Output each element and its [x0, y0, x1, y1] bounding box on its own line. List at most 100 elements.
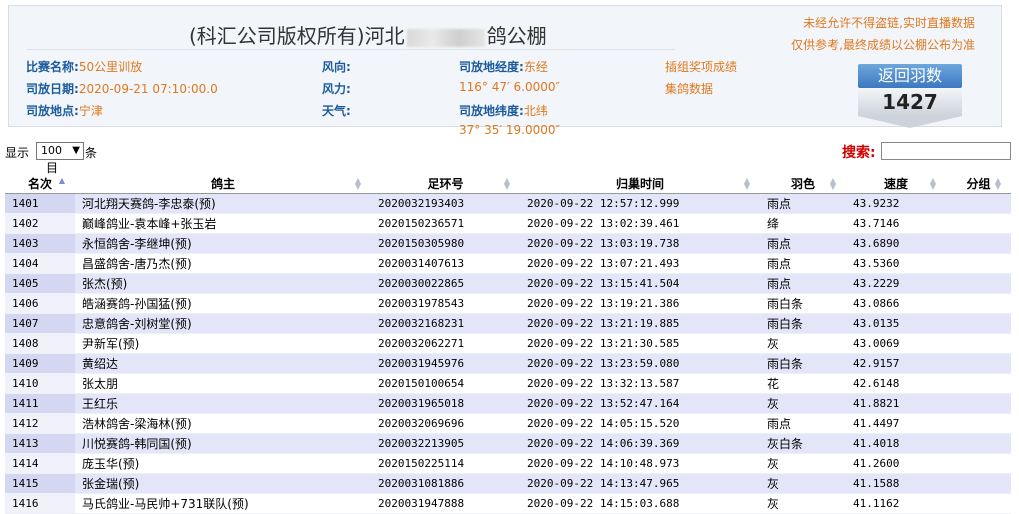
disclaimer: 未经允许不得盗链,实时直播数据 仅供参考,最终成绩以公棚公布为准 — [791, 12, 975, 56]
release-longitude: 司放地经度:东经 — [459, 60, 548, 74]
cell-color: 雨白条 — [760, 353, 846, 374]
cell-rank: 1411 — [5, 393, 75, 414]
table-row: 1416 马氏鸽业-马民帅+731联队(预) 2020031947888 2020-0… — [5, 493, 1011, 514]
cell-ring: 2020031947888 — [371, 493, 520, 514]
table-row: 1411 王红乐 2020031965018 2020-09-22 13:52:47.… — [5, 393, 1011, 414]
cell-speed: 41.4018 — [846, 433, 946, 454]
cell-rank: 1409 — [5, 353, 75, 374]
collection-data-link[interactable]: 集鸽数据 — [665, 80, 713, 97]
cell-group — [946, 433, 1011, 454]
cell-arrival: 2020-09-22 14:13:47.965 — [520, 473, 760, 494]
page-size-select[interactable]: 100 ▼ — [36, 142, 84, 160]
table-row: 1413 川悦赛鸽-韩同国(预) 2020032213905 2020-09-22 1… — [5, 433, 1011, 454]
cell-owner: 昌盛鸽舍-唐乃杰(预) — [75, 253, 371, 274]
cell-rank: 1402 — [5, 213, 75, 234]
cell-color: 灰 — [760, 393, 846, 414]
cell-arrival: 2020-09-22 14:15:03.688 — [520, 493, 760, 514]
cell-color: 雨点 — [760, 253, 846, 274]
column-header-speed[interactable]: 速度 ▲ ▼ — [846, 174, 946, 194]
group-awards-link[interactable]: 插组奖项成绩 — [665, 58, 737, 75]
column-header-color[interactable]: 羽色 ▲ ▼ — [760, 174, 846, 194]
cell-group — [946, 313, 1011, 334]
title-divider — [27, 49, 675, 50]
cell-ring: 2020150236571 — [371, 213, 520, 234]
cell-arrival: 2020-09-22 13:07:21.493 — [520, 253, 760, 274]
column-header-ring[interactable]: 足环号 ▲ ▼ — [371, 174, 520, 194]
cell-group — [946, 353, 1011, 374]
cell-owner: 黄绍达 — [75, 353, 371, 374]
search-label: 搜索: — [842, 145, 876, 161]
cell-owner: 尹新军(预) — [75, 333, 371, 354]
disclaimer-line-1: 未经允许不得盗链,实时直播数据 — [803, 16, 975, 30]
wind-direction: 风向: — [322, 60, 351, 74]
table-row: 1414 庞玉华(预) 2020150225114 2020-09-22 14:10:… — [5, 453, 1011, 474]
column-header-owner[interactable]: 鸽主 ▲ ▼ — [75, 174, 371, 194]
column-header-arrival[interactable]: 归巢时间 ▲ ▼ — [520, 174, 760, 194]
cell-arrival: 2020-09-22 14:06:39.369 — [520, 433, 760, 454]
cell-color: 灰 — [760, 453, 846, 474]
cell-owner: 皓涵赛鸽-孙国猛(预) — [75, 293, 371, 314]
cell-ring: 2020032069696 — [371, 413, 520, 434]
cell-speed: 43.0135 — [846, 313, 946, 334]
sort-asc-icon: ▲ — [58, 176, 65, 185]
cell-arrival: 2020-09-22 13:23:59.080 — [520, 353, 760, 374]
cell-color: 灰 — [760, 493, 846, 514]
cell-arrival: 2020-09-22 13:15:41.504 — [520, 273, 760, 294]
sort-icon: ▲ ▼ — [503, 176, 510, 191]
cell-ring: 2020150305980 — [371, 233, 520, 254]
badge-value: 1427 — [858, 88, 962, 116]
cell-rank: 1406 — [5, 293, 75, 314]
sort-icon: ▲ ▼ — [994, 176, 1001, 191]
cell-owner: 巅峰鸽业-袁本峰+张玉岩 — [75, 213, 371, 234]
results-table: 名次 ▲ 鸽主 ▲ ▼ 足环号 ▲ ▼ 归巢时间 ▲ ▼ 羽色 ▲ ▼ 速度 ▲ ▼ 分组 ▲ ▼ 140… — [5, 174, 1011, 514]
table-row: 1409 黄绍达 2020031945976 2020-09-22 13:23:59.… — [5, 353, 1011, 374]
cell-speed: 41.2600 — [846, 453, 946, 474]
badge-label: 返回羽数 — [858, 64, 962, 88]
cell-group — [946, 393, 1011, 414]
cell-arrival: 2020-09-22 13:32:13.587 — [520, 373, 760, 394]
column-header-group[interactable]: 分组 ▲ ▼ — [946, 174, 1011, 194]
cell-ring: 2020032213905 — [371, 433, 520, 454]
cell-color: 雨点 — [760, 413, 846, 434]
cell-owner: 张金瑞(预) — [75, 473, 371, 494]
cell-color: 灰白条 — [760, 433, 846, 454]
cell-speed: 42.6148 — [846, 373, 946, 394]
show-unit: 条 — [85, 146, 98, 160]
cell-owner: 浩林鸽舍-梁海林(预) — [75, 413, 371, 434]
table-row: 1412 浩林鸽舍-梁海林(预) 2020032069696 2020-09-22 1… — [5, 413, 1011, 434]
cell-arrival: 2020-09-22 13:21:19.885 — [520, 313, 760, 334]
cell-owner: 张杰(预) — [75, 273, 371, 294]
sort-icon: ▲ ▼ — [743, 176, 750, 191]
table-row: 1406 皓涵赛鸽-孙国猛(预) 2020031978543 2020-09-22 1… — [5, 293, 1011, 314]
release-latitude: 司放地纬度:北纬 — [459, 104, 548, 118]
cell-color: 雨点 — [760, 273, 846, 294]
disclaimer-line-2: 仅供参考,最终成绩以公棚公布为准 — [791, 38, 975, 52]
search-input[interactable] — [881, 142, 1011, 160]
cell-owner: 川悦赛鸽-韩同国(预) — [75, 433, 371, 454]
cell-owner: 马氏鸽业-马民帅+731联队(预) — [75, 493, 371, 514]
cell-rank: 1405 — [5, 273, 75, 294]
cell-owner: 忠意鸽舍-刘树堂(预) — [75, 313, 371, 334]
table-row: 1407 忠意鸽舍-刘树堂(预) 2020032168231 2020-09-22 1… — [5, 313, 1011, 334]
weather: 天气: — [322, 104, 351, 118]
sort-icon: ▲ ▼ — [829, 176, 836, 191]
cell-speed: 41.8821 — [846, 393, 946, 414]
table-row: 1410 张太朋 2020150100654 2020-09-22 13:32:13.… — [5, 373, 1011, 394]
cell-arrival: 2020-09-22 12:57:12.999 — [520, 193, 760, 214]
cell-rank: 1415 — [5, 473, 75, 494]
sort-icon: ▲ ▼ — [354, 176, 361, 191]
cell-group — [946, 273, 1011, 294]
cell-arrival: 2020-09-22 13:21:30.585 — [520, 333, 760, 354]
cell-ring: 2020032168231 — [371, 313, 520, 334]
cell-group — [946, 413, 1011, 434]
cell-rank: 1407 — [5, 313, 75, 334]
cell-group — [946, 193, 1011, 214]
cell-rank: 1412 — [5, 413, 75, 434]
table-header-row: 名次 ▲ 鸽主 ▲ ▼ 足环号 ▲ ▼ 归巢时间 ▲ ▼ 羽色 ▲ ▼ 速度 ▲ ▼ 分组 ▲ ▼ — [5, 174, 1011, 194]
cell-ring: 2020032193403 — [371, 193, 520, 214]
cell-group — [946, 373, 1011, 394]
cell-rank: 1404 — [5, 253, 75, 274]
cell-color: 雨点 — [760, 193, 846, 214]
cell-group — [946, 213, 1011, 234]
column-header-rank[interactable]: 名次 ▲ — [5, 174, 75, 194]
